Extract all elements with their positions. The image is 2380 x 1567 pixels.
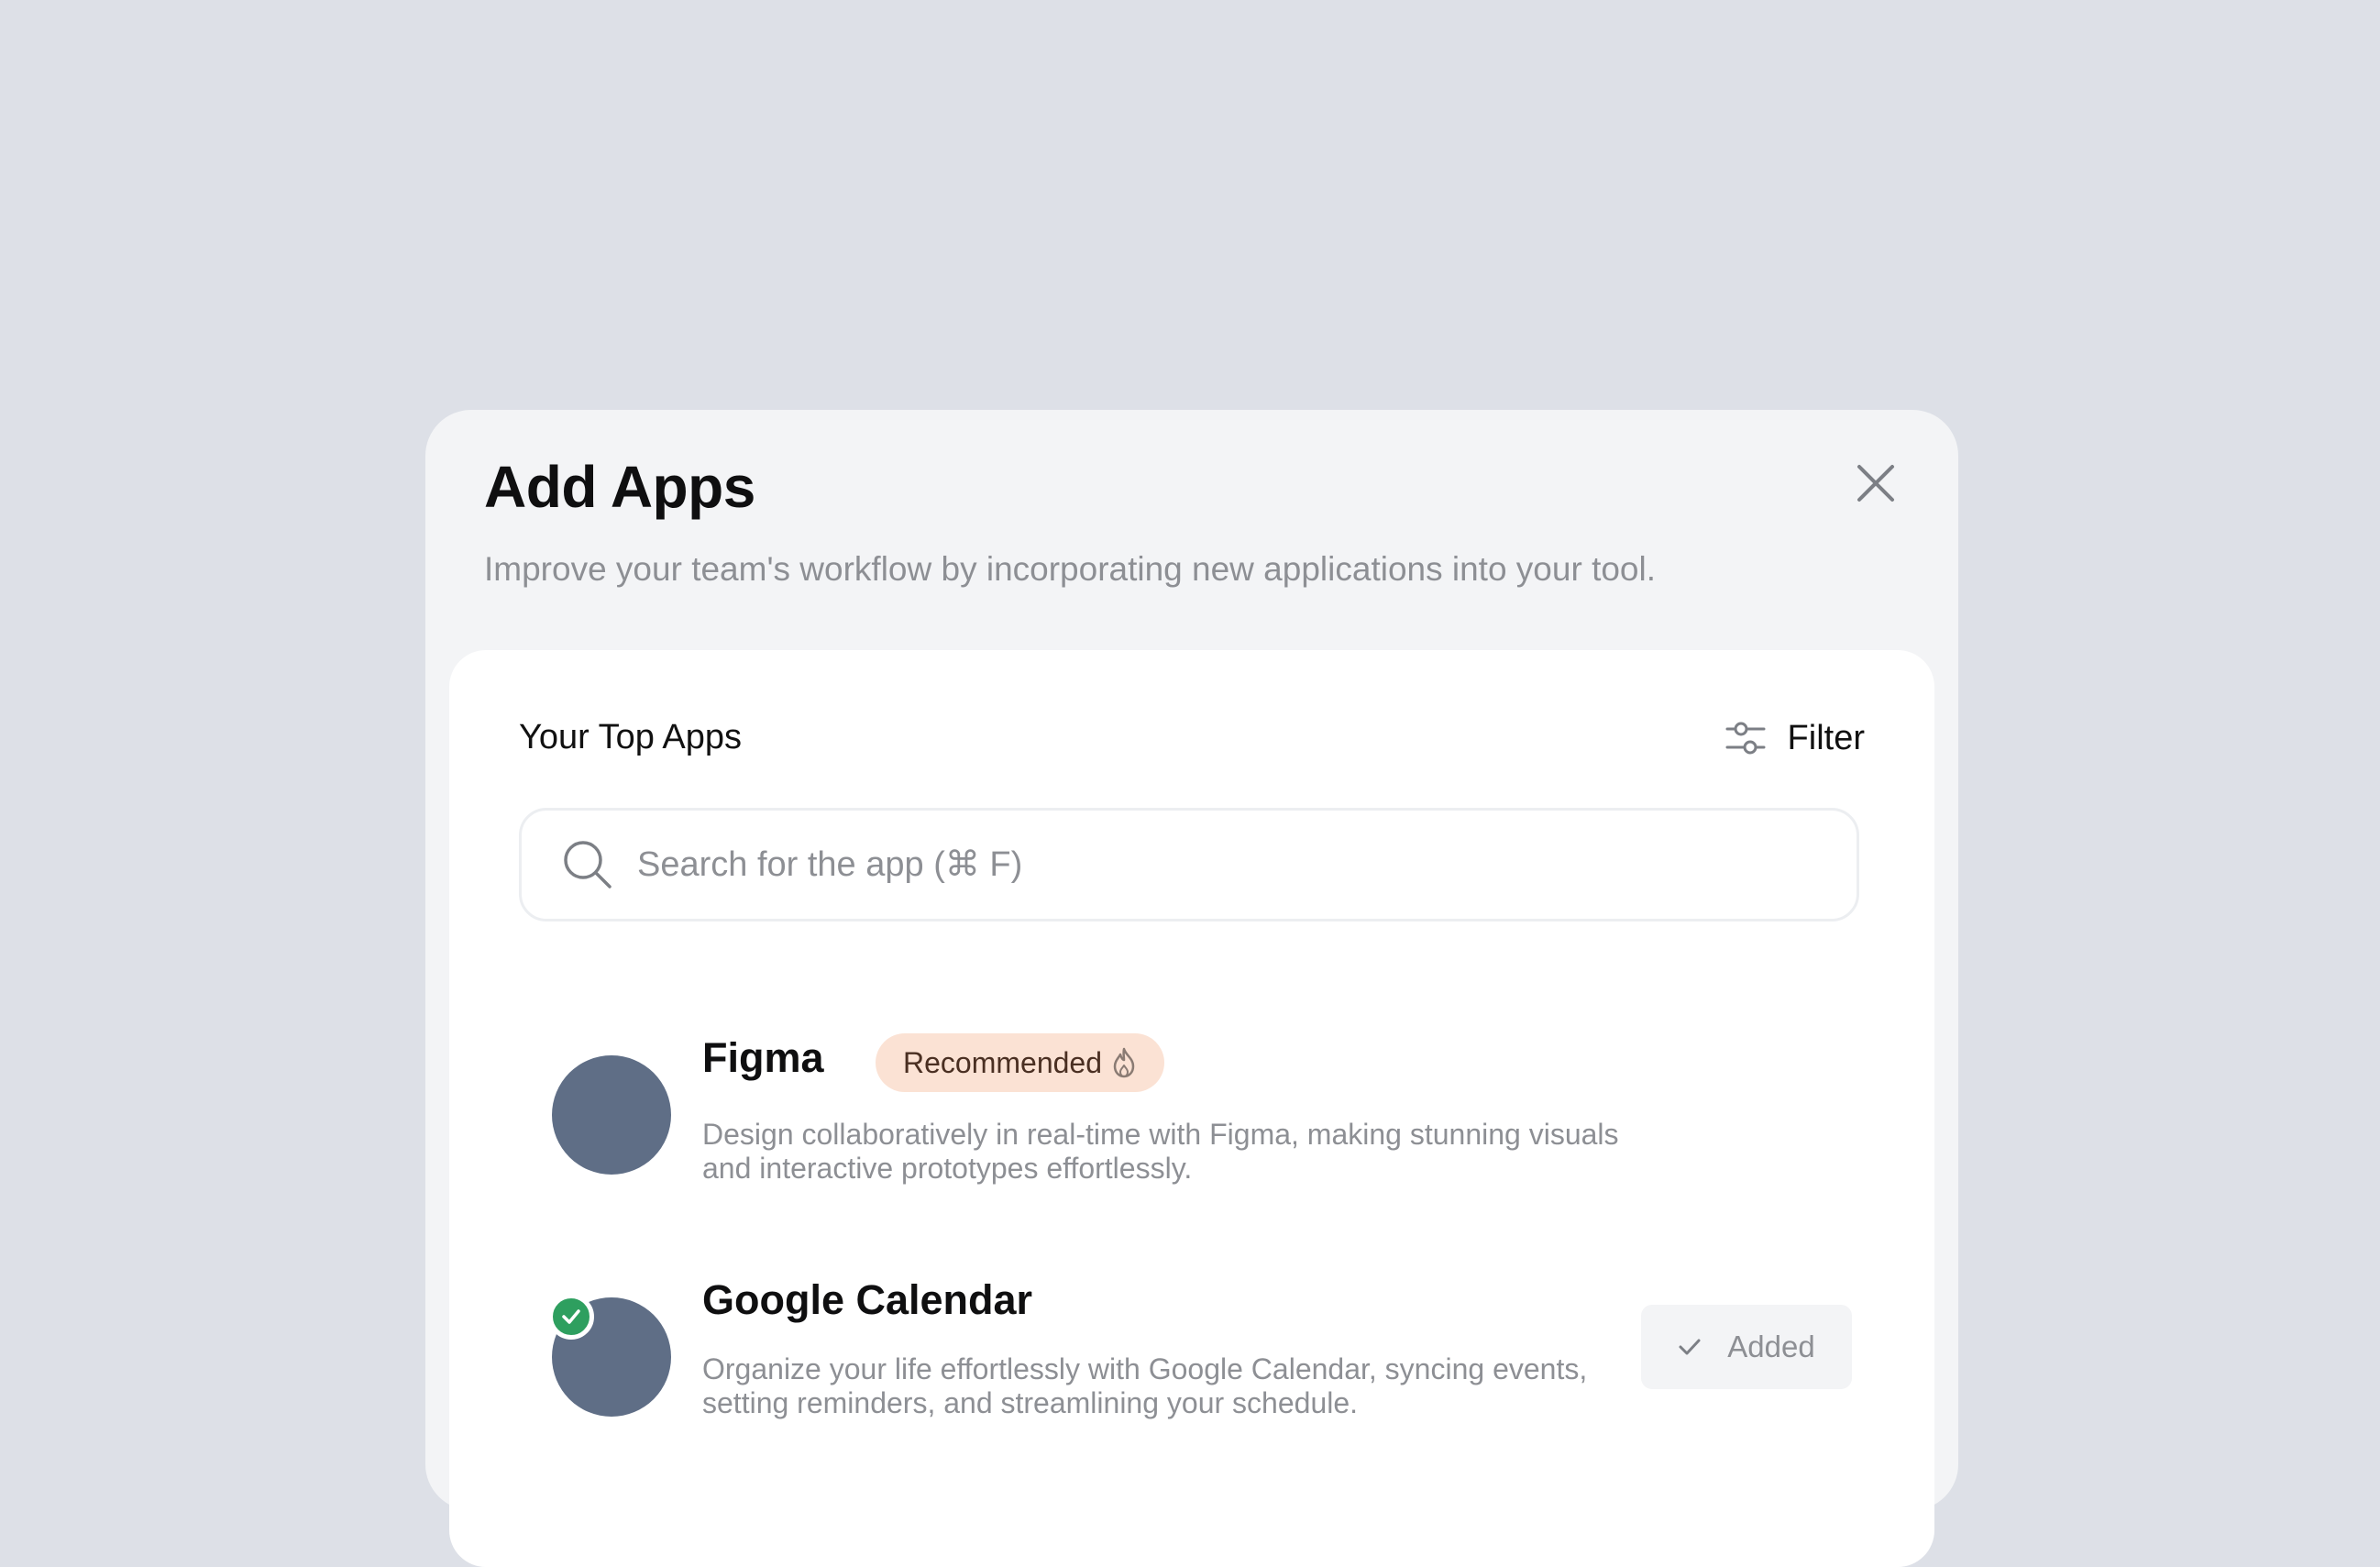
close-icon <box>1857 465 1894 502</box>
sliders-icon <box>1725 722 1766 755</box>
fire-icon <box>1113 1047 1135 1078</box>
app-name: Google Calendar <box>702 1276 1033 1323</box>
badge-label: Recommended <box>903 1045 1102 1079</box>
modal-subtitle: Improve your team's workflow by incorpor… <box>484 550 1656 588</box>
filter-button[interactable]: Filter <box>1725 709 1865 767</box>
app-description: Organize your life effortlessly with Goo… <box>702 1352 1588 1419</box>
check-icon <box>562 1309 580 1324</box>
card-title: Your Top Apps <box>519 718 742 756</box>
added-button[interactable]: Added <box>1641 1305 1852 1389</box>
modal-title: Add Apps <box>484 454 755 520</box>
close-button[interactable] <box>1850 458 1901 509</box>
app-avatar <box>552 1055 671 1175</box>
filter-label: Filter <box>1787 718 1865 757</box>
search-icon <box>562 839 613 890</box>
app-avatar <box>548 1294 671 1417</box>
app-name: Figma <box>702 1034 824 1081</box>
top-apps-card: Your Top Apps Filter Search for the app … <box>449 650 1934 1567</box>
check-icon <box>1679 1339 1701 1355</box>
recommended-badge: Recommended <box>876 1033 1164 1092</box>
added-check-badge <box>548 1294 594 1340</box>
added-label: Added <box>1727 1330 1815 1363</box>
app-description: Design collaboratively in real-time with… <box>702 1118 1619 1185</box>
search-input[interactable] <box>635 844 1831 886</box>
search-box[interactable] <box>519 808 1859 921</box>
add-apps-modal: Add Apps Improve your team's workflow by… <box>425 410 1958 1567</box>
